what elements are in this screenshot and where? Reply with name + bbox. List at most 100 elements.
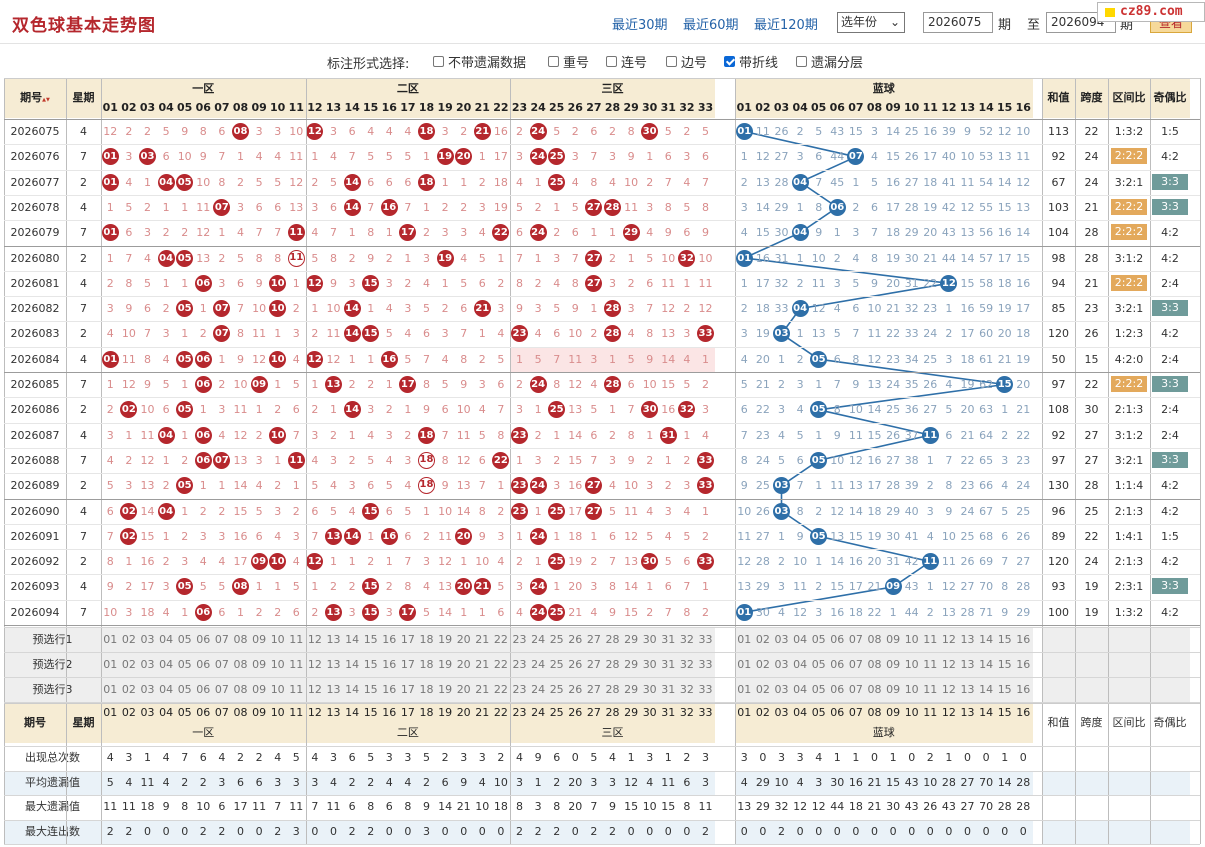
preselect-red[interactable]: 01 — [101, 652, 120, 677]
preselect-blue[interactable]: 12 — [939, 627, 959, 652]
preselect-red[interactable]: 17 — [398, 627, 418, 652]
preselect-red[interactable]: 27 — [584, 627, 604, 652]
preselect-red[interactable]: 15 — [361, 652, 380, 677]
preselect-red[interactable]: 13 — [324, 677, 343, 702]
preselect-red[interactable]: 31 — [659, 627, 678, 652]
preselect-red[interactable]: 19 — [435, 627, 455, 652]
preselect-red[interactable]: 25 — [547, 652, 566, 677]
preselect-red[interactable]: 08 — [231, 677, 250, 702]
preselect-red[interactable]: 21 — [473, 652, 492, 677]
preselect-blue[interactable]: 03 — [772, 652, 791, 677]
preselect-red[interactable]: 05 — [175, 627, 194, 652]
preselect-red[interactable]: 10 — [268, 652, 287, 677]
preselect-blue[interactable]: 13 — [958, 627, 977, 652]
preselect-red[interactable]: 01 — [101, 677, 120, 702]
preselect-blue[interactable]: 04 — [790, 627, 810, 652]
sort-icon[interactable]: ▲▼ — [42, 97, 50, 103]
preselect-blue[interactable]: 01 — [735, 677, 754, 702]
preselect-red[interactable]: 14 — [342, 652, 362, 677]
preselect-red[interactable]: 23 — [510, 652, 529, 677]
preselect-blue[interactable]: 12 — [939, 677, 959, 702]
preselect-red[interactable]: 20 — [454, 677, 473, 702]
preselect-red[interactable]: 06 — [194, 652, 213, 677]
preselect-red[interactable]: 12 — [305, 677, 325, 702]
preselect-red[interactable]: 26 — [566, 652, 585, 677]
preselect-blue[interactable]: 05 — [809, 627, 828, 652]
preselect-blue[interactable]: 03 — [772, 677, 791, 702]
preselect-red[interactable]: 21 — [473, 627, 492, 652]
preselect-red[interactable]: 30 — [640, 677, 659, 702]
preselect-blue[interactable]: 07 — [846, 677, 866, 702]
preselect-red[interactable]: 05 — [175, 652, 194, 677]
preselect-blue[interactable]: 15 — [995, 627, 1014, 652]
preselect-red[interactable]: 28 — [603, 627, 622, 652]
preselect-red[interactable]: 16 — [380, 627, 399, 652]
preselect-red[interactable]: 25 — [547, 627, 566, 652]
preselect-red[interactable]: 09 — [249, 677, 269, 702]
preselect-blue[interactable]: 15 — [995, 652, 1014, 677]
preselect-red[interactable]: 18 — [417, 677, 436, 702]
preselect-red[interactable]: 26 — [566, 677, 585, 702]
preselect-red[interactable]: 02 — [119, 652, 139, 677]
preselect-red[interactable]: 19 — [435, 677, 455, 702]
preselect-red[interactable]: 12 — [305, 627, 325, 652]
preselect-red[interactable]: 03 — [138, 627, 157, 652]
preselect-red[interactable]: 22 — [491, 677, 511, 702]
preselect-red[interactable]: 33 — [696, 627, 715, 652]
preselect-red[interactable]: 08 — [231, 652, 250, 677]
preselect-red[interactable]: 23 — [510, 677, 529, 702]
preselect-red[interactable]: 07 — [212, 627, 232, 652]
preselect-red[interactable]: 32 — [677, 677, 697, 702]
preselect-red[interactable]: 13 — [324, 627, 343, 652]
preselect-red[interactable]: 33 — [696, 677, 715, 702]
preselect-red[interactable]: 17 — [398, 652, 418, 677]
preselect-blue[interactable]: 09 — [883, 677, 903, 702]
preselect-red[interactable]: 31 — [659, 677, 678, 702]
preselect-blue[interactable]: 02 — [753, 652, 773, 677]
preselect-red[interactable]: 14 — [342, 677, 362, 702]
preselect-red[interactable]: 03 — [138, 652, 157, 677]
preselect-red[interactable]: 07 — [212, 652, 232, 677]
preselect-blue[interactable]: 10 — [902, 627, 921, 652]
preselect-red[interactable]: 18 — [417, 627, 436, 652]
preselect-red[interactable]: 21 — [473, 677, 492, 702]
preselect-blue[interactable]: 04 — [790, 652, 810, 677]
preselect-blue[interactable]: 01 — [735, 627, 754, 652]
preselect-red[interactable]: 04 — [156, 677, 176, 702]
preselect-red[interactable]: 32 — [677, 627, 697, 652]
preselect-red[interactable]: 11 — [287, 627, 306, 652]
preselect-blue[interactable]: 16 — [1014, 627, 1033, 652]
preselect-red[interactable]: 33 — [696, 652, 715, 677]
preselect-red[interactable]: 02 — [119, 677, 139, 702]
preselect-red[interactable]: 12 — [305, 652, 325, 677]
preselect-red[interactable]: 30 — [640, 627, 659, 652]
preselect-red[interactable]: 06 — [194, 677, 213, 702]
preselect-blue[interactable]: 14 — [976, 652, 996, 677]
preselect-blue[interactable]: 13 — [958, 677, 977, 702]
preselect-blue[interactable]: 02 — [753, 677, 773, 702]
preselect-blue[interactable]: 14 — [976, 627, 996, 652]
preselect-blue[interactable]: 09 — [883, 627, 903, 652]
preselect-red[interactable]: 22 — [491, 627, 511, 652]
preselect-red[interactable]: 11 — [287, 677, 306, 702]
preselect-blue[interactable]: 05 — [809, 677, 828, 702]
preselect-blue[interactable]: 12 — [939, 652, 959, 677]
preselect-red[interactable]: 05 — [175, 677, 194, 702]
preselect-red[interactable]: 14 — [342, 627, 362, 652]
preselect-blue[interactable]: 07 — [846, 627, 866, 652]
preselect-blue[interactable]: 10 — [902, 652, 921, 677]
preselect-red[interactable]: 16 — [380, 652, 399, 677]
preselect-blue[interactable]: 14 — [976, 677, 996, 702]
preselect-blue[interactable]: 15 — [995, 677, 1014, 702]
preselect-blue[interactable]: 05 — [809, 652, 828, 677]
preselect-red[interactable]: 20 — [454, 627, 473, 652]
preselect-red[interactable]: 16 — [380, 677, 399, 702]
preselect-red[interactable]: 27 — [584, 677, 604, 702]
preselect-blue[interactable]: 11 — [921, 627, 940, 652]
preselect-blue[interactable]: 03 — [772, 627, 791, 652]
preselect-red[interactable]: 19 — [435, 652, 455, 677]
preselect-red[interactable]: 15 — [361, 627, 380, 652]
preselect-red[interactable]: 09 — [249, 652, 269, 677]
preselect-red[interactable]: 28 — [603, 652, 622, 677]
preselect-blue[interactable]: 08 — [865, 652, 884, 677]
